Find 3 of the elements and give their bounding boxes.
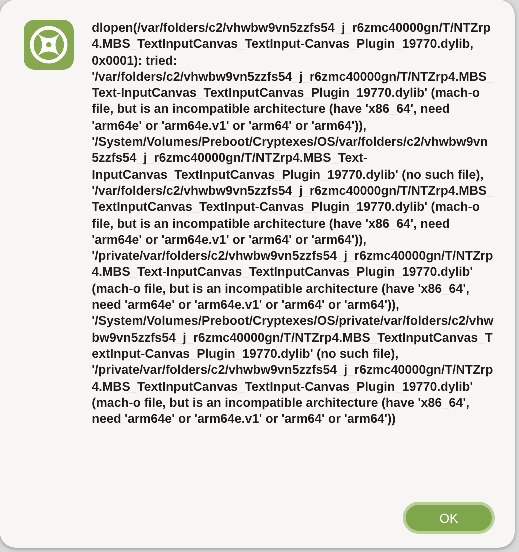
app-icon bbox=[24, 20, 74, 70]
error-message: dlopen(/var/folders/c2/vhwbw9vn5zzfs54_j_r6zmc40000gn/T/NTZrp4.MBS_TextInputCanvas_TextInput-Canvas_Plugin_19770.dylib, 0x0001): tried: '/var/folders/c2/vhwbw9vn5zzfs54_j_r6zmc40000gn/T/NTZrp4.MBS_Text-InputCanvas_TextInputCanvas_Plugin_19770.dylib' (mach-o file, but is an incompatible architecture (have 'x86_64', need 'arm64e' or 'arm64e.v1' or 'arm64' or 'arm64')), '/System/Volumes/Preboot/Cryptexes/OS/var/folders/c2/vhwbw9vn5zzfs54_j_r6zmc40000gn/T/NTZrp4.MBS_Text-InputCanvas_TextInputCanvas_Plugin_19770.dylib' (no such file), '/var/folders/c2/vhwbw9vn5zzfs54_j_r6zmc40000gn/T/NTZrp4.MBS_TextInputCanvas_TextInput-Canvas_Plugin_19770.dylib' (mach-o file, but is an incompatible architecture (have 'x86_64', need 'arm64e' or 'arm64e.v1' or 'arm64' or 'arm64')), '/private/var/folders/c2/vhwbw9vn5zzfs54_j_r6zmc40000gn/T/NTZrp4.MBS_Text-InputCanvas_TextInputCanvas_Plugin_19770.dylib' (mach-o file, but is an incompatible architecture (have 'x86_64', need 'arm64e' or 'arm64e.v1' or 'arm64' or 'arm64')), '/System/Volumes/Preboot/Cryptexes/OS/private/var/folders/c2/vhwbw9vn5zzfs54_j_r6zmc40000gn/T/NTZrp4.MBS_TextInputCanvas_TextInput-Canvas_Plugin_19770.dylib' (no such file), '/private/var/folders/c2/vhwbw9vn5zzfs54_j_r6zmc40000gn/T/NTZrp4.MBS_TextInputCanvas_TextInput-Canvas_Plugin_19770.dylib' (mach-o file, but is an incompatible architecture (have 'x86_64', need 'arm64e' or 'arm64e.v1' or 'arm64' or 'arm64')) bbox=[92, 20, 495, 428]
ok-button[interactable]: OK bbox=[403, 502, 495, 534]
